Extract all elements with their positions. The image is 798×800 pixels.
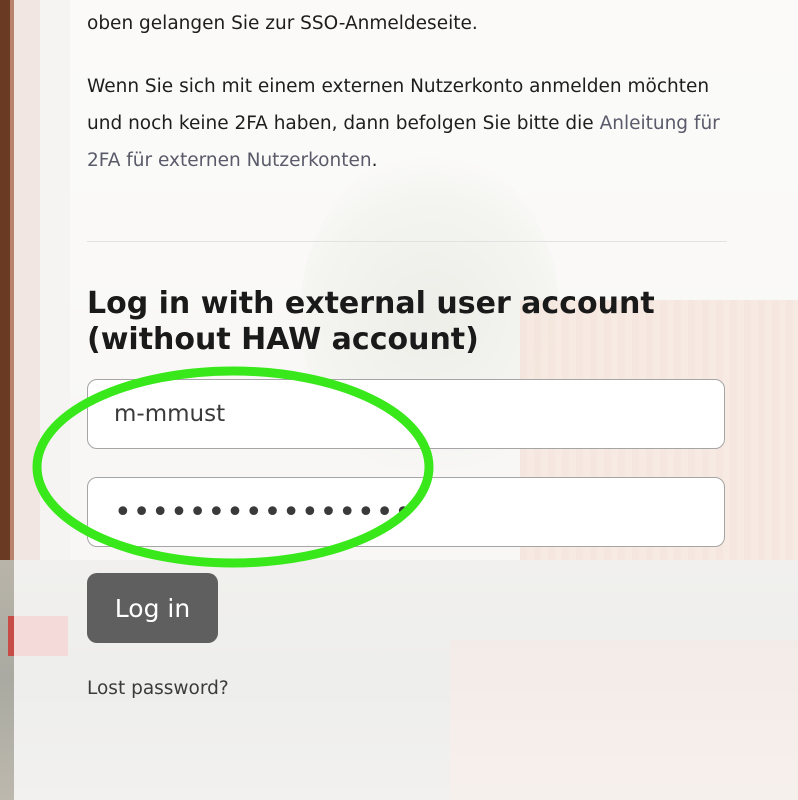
divider: [87, 241, 727, 242]
username-input[interactable]: [87, 379, 725, 449]
password-input[interactable]: [87, 477, 725, 547]
info-end: .: [371, 150, 378, 171]
login-button[interactable]: Log in: [87, 573, 218, 643]
page-title: Log in with external user account (witho…: [87, 286, 655, 357]
external-account-info: Wenn Sie sich mit einem externen Nutzerk…: [87, 68, 737, 179]
lost-password-link[interactable]: Lost password?: [87, 678, 229, 699]
intro-line: oben gelangen Sie zur SSO-Anmeldeseite.: [87, 13, 478, 34]
